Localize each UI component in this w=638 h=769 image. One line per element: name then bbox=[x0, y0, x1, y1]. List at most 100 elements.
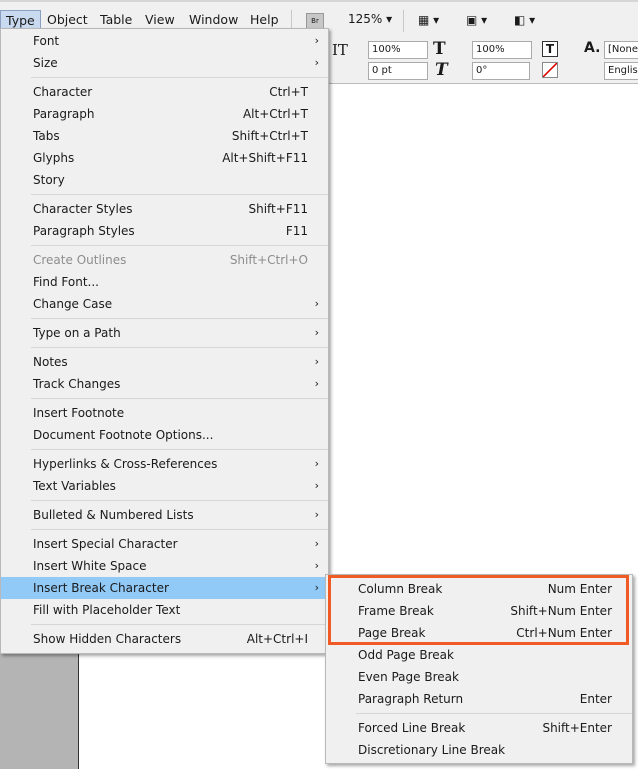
chevron-right-icon: › bbox=[314, 326, 319, 339]
menu-item-label: Document Footnote Options... bbox=[33, 428, 214, 442]
menu-separator bbox=[31, 347, 328, 348]
menu-item-label: Track Changes bbox=[33, 377, 121, 391]
menu-item-label: Discretionary Line Break bbox=[358, 743, 506, 757]
horizontal-scale-icon: T bbox=[433, 39, 446, 59]
menu-item-label: Bulleted & Numbered Lists bbox=[33, 508, 194, 522]
text-stroke-none-icon[interactable] bbox=[542, 62, 558, 78]
menu-item-even-page-break[interactable]: Even Page Break bbox=[326, 666, 632, 688]
baseline-shift-field[interactable]: 0 pt bbox=[368, 62, 428, 80]
menu-item-insert-white-space[interactable]: Insert White Space › bbox=[1, 555, 328, 577]
menu-item-paragraph[interactable]: Paragraph Alt+Ctrl+T bbox=[1, 103, 328, 125]
menu-item-label: Insert Footnote bbox=[33, 406, 125, 420]
chevron-right-icon: › bbox=[314, 56, 319, 69]
chevron-right-icon: › bbox=[314, 479, 319, 492]
skew-field[interactable]: 0° bbox=[472, 62, 530, 80]
menu-item-label: Find Font... bbox=[33, 275, 99, 289]
menu-item-label: Insert White Space bbox=[33, 559, 147, 573]
menu-item-type-on-a-path[interactable]: Type on a Path › bbox=[1, 322, 328, 344]
character-style-field[interactable]: [None] bbox=[604, 41, 638, 59]
character-style-icon: A. bbox=[584, 40, 601, 56]
menu-item-label: Insert Special Character bbox=[33, 537, 178, 551]
menu-item-label: Tabs bbox=[33, 129, 60, 143]
menu-separator bbox=[31, 398, 328, 399]
menu-item-label: Fill with Placeholder Text bbox=[33, 603, 181, 617]
menu-item-forced-line-break[interactable]: Forced Line Break Shift+Enter bbox=[326, 717, 632, 739]
text-fill-icon[interactable]: T bbox=[542, 41, 558, 57]
menu-item-document-footnote-options[interactable]: Document Footnote Options... bbox=[1, 424, 328, 446]
annotation-highlight-box bbox=[328, 575, 629, 645]
menu-item-glyphs[interactable]: Glyphs Alt+Shift+F11 bbox=[1, 147, 328, 169]
chevron-right-icon: › bbox=[314, 581, 319, 594]
menu-item-bulleted-numbered-lists[interactable]: Bulleted & Numbered Lists › bbox=[1, 504, 328, 526]
chevron-right-icon: › bbox=[314, 559, 319, 572]
menu-separator bbox=[31, 77, 328, 78]
menu-item-label: Create Outlines bbox=[33, 253, 127, 267]
menu-separator bbox=[31, 624, 328, 625]
screen-mode-icon[interactable]: ▣ ▾ bbox=[466, 13, 487, 27]
menu-item-label: Even Page Break bbox=[358, 670, 459, 684]
menu-item-fill-with-placeholder-text[interactable]: Fill with Placeholder Text bbox=[1, 599, 328, 621]
menu-item-insert-break-character[interactable]: Insert Break Character › bbox=[1, 577, 328, 599]
bridge-button[interactable]: Br bbox=[306, 13, 324, 29]
menu-separator bbox=[31, 194, 328, 195]
menu-item-paragraph-return[interactable]: Paragraph Return Enter bbox=[326, 688, 632, 710]
menu-separator bbox=[356, 713, 632, 714]
menu-item-text-variables[interactable]: Text Variables › bbox=[1, 475, 328, 497]
menu-item-hyperlinks-cross-references[interactable]: Hyperlinks & Cross-References › bbox=[1, 453, 328, 475]
menu-item-show-hidden-characters[interactable]: Show Hidden Characters Alt+Ctrl+I bbox=[1, 628, 328, 650]
menu-item-change-case[interactable]: Change Case › bbox=[1, 293, 328, 315]
menu-item-label: Paragraph Return bbox=[358, 692, 464, 706]
zoom-level-dropdown[interactable]: 125% ▾ bbox=[348, 12, 392, 26]
shortcut-label: Shift+Ctrl+O bbox=[229, 253, 308, 267]
menu-item-label: Paragraph Styles bbox=[33, 224, 135, 238]
menu-item-label: Paragraph bbox=[33, 107, 95, 121]
menu-item-discretionary-line-break[interactable]: Discretionary Line Break bbox=[326, 739, 632, 761]
menu-item-label: Glyphs bbox=[33, 151, 75, 165]
menu-item-size[interactable]: Size › bbox=[1, 52, 328, 74]
menu-item-insert-footnote[interactable]: Insert Footnote bbox=[1, 402, 328, 424]
menu-item-label: Notes bbox=[33, 355, 68, 369]
menu-item-insert-special-character[interactable]: Insert Special Character › bbox=[1, 533, 328, 555]
zoom-value: 125% bbox=[348, 12, 383, 26]
menu-separator bbox=[31, 449, 328, 450]
menu-item-create-outlines: Create Outlines Shift+Ctrl+O bbox=[1, 249, 328, 271]
menu-item-label: Change Case bbox=[33, 297, 113, 311]
menu-item-label: Odd Page Break bbox=[358, 648, 454, 662]
vertical-scale-field[interactable]: 100% bbox=[368, 41, 428, 59]
menu-item-character-styles[interactable]: Character Styles Shift+F11 bbox=[1, 198, 328, 220]
menu-item-paragraph-styles[interactable]: Paragraph Styles F11 bbox=[1, 220, 328, 242]
menu-item-notes[interactable]: Notes › bbox=[1, 351, 328, 373]
arrange-documents-icon[interactable]: ◧ ▾ bbox=[514, 13, 535, 27]
language-field[interactable]: English bbox=[604, 62, 638, 80]
menu-item-tabs[interactable]: Tabs Shift+Ctrl+T bbox=[1, 125, 328, 147]
menu-item-character[interactable]: Character Ctrl+T bbox=[1, 81, 328, 103]
menu-item-label: Hyperlinks & Cross-References bbox=[33, 457, 218, 471]
control-panel: IT 100% T 100% 0 pt T 0° T A. [None] Eng… bbox=[328, 38, 638, 84]
view-options-icon[interactable]: ▦ ▾ bbox=[418, 13, 439, 27]
divider bbox=[403, 10, 404, 32]
shortcut-label: Shift+Enter bbox=[542, 721, 612, 735]
menu-item-odd-page-break[interactable]: Odd Page Break bbox=[326, 644, 632, 666]
chevron-right-icon: › bbox=[314, 457, 319, 470]
menu-item-track-changes[interactable]: Track Changes › bbox=[1, 373, 328, 395]
shortcut-label: Enter bbox=[579, 692, 612, 706]
shortcut-label: Shift+Ctrl+T bbox=[231, 129, 308, 143]
shortcut-label: F11 bbox=[285, 224, 308, 238]
shortcut-label: Alt+Ctrl+T bbox=[242, 107, 308, 121]
menu-item-label: Text Variables bbox=[33, 479, 116, 493]
shortcut-label: Ctrl+T bbox=[269, 85, 308, 99]
menu-item-story[interactable]: Story bbox=[1, 169, 328, 191]
shortcut-label: Alt+Ctrl+I bbox=[246, 632, 308, 646]
menu-item-find-font[interactable]: Find Font... bbox=[1, 271, 328, 293]
menu-item-label: Size bbox=[33, 56, 58, 70]
menu-separator bbox=[31, 318, 328, 319]
chevron-right-icon: › bbox=[314, 377, 319, 390]
chevron-right-icon: › bbox=[314, 355, 319, 368]
menu-separator bbox=[31, 245, 328, 246]
shortcut-label: Alt+Shift+F11 bbox=[222, 151, 308, 165]
menu-item-font[interactable]: Font › bbox=[1, 30, 328, 52]
menu-item-label: Story bbox=[33, 173, 65, 187]
horizontal-scale-field[interactable]: 100% bbox=[472, 41, 532, 59]
menu-separator bbox=[31, 529, 328, 530]
menu-item-label: Font bbox=[33, 34, 60, 48]
